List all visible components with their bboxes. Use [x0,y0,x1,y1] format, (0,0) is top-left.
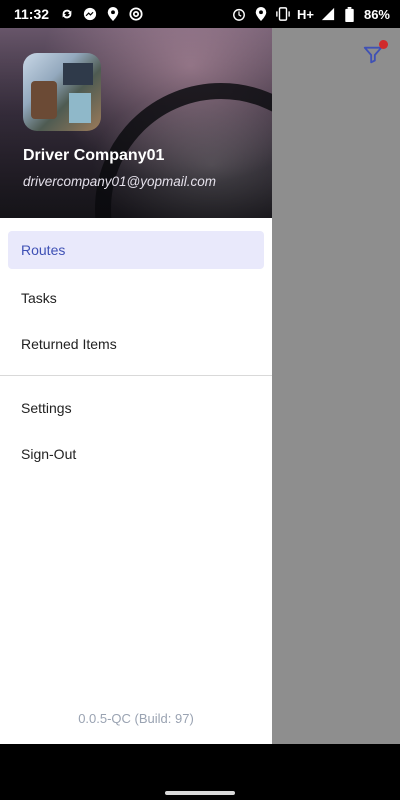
avatar[interactable] [23,53,101,131]
status-bar: 11:32 H+ 86% [0,0,400,28]
drawer-header: Driver Company01 drivercompany01@yopmail… [0,28,272,218]
filter-badge [379,40,388,49]
battery-level: 86% [363,6,390,22]
menu-item-routes[interactable]: Routes [8,231,264,269]
filter-button[interactable] [362,40,388,66]
at-sign-icon [128,6,144,22]
status-time: 11:32 [14,6,50,22]
messenger-icon [82,6,98,22]
location-pin-icon [105,6,121,22]
user-email: drivercompany01@yopmail.com [23,174,217,189]
sync-icon [59,6,75,22]
navigation-drawer: Driver Company01 drivercompany01@yopmail… [0,28,272,744]
signal-icon [320,6,336,22]
app-version: 0.0.5-QC (Build: 97) [78,711,194,726]
home-gesture-handle[interactable] [165,791,235,795]
system-navigation-bar [0,744,400,800]
location-icon [253,6,269,22]
menu-item-returned-items[interactable]: Returned Items [8,325,264,363]
network-type: H+ [296,6,314,22]
alarm-icon [231,6,247,22]
user-name: Driver Company01 [23,147,165,164]
menu-divider [0,375,272,376]
menu-item-settings[interactable]: Settings [8,389,264,427]
menu-item-tasks[interactable]: Tasks [8,279,264,317]
menu-item-sign-out[interactable]: Sign-Out [8,435,264,473]
vibrate-icon [275,6,291,22]
battery-icon [342,6,358,22]
